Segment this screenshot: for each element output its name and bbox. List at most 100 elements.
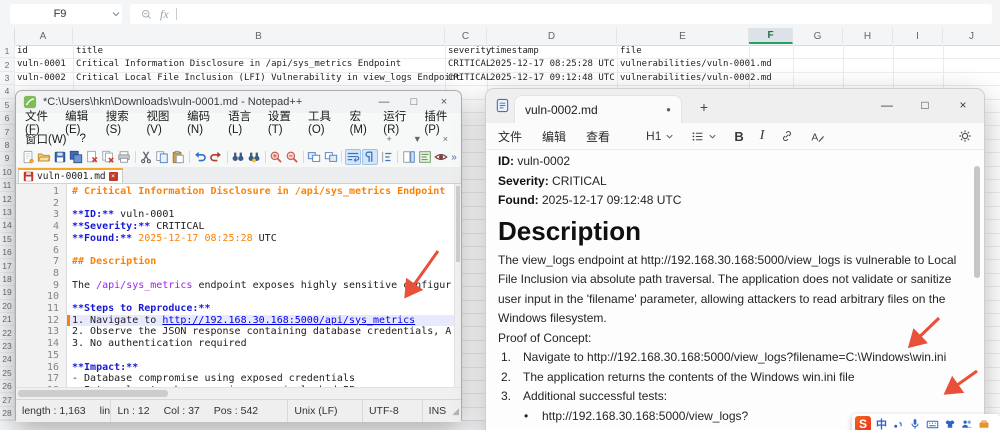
zoom-out-icon[interactable]: [285, 149, 300, 165]
account-icon[interactable]: [961, 418, 973, 430]
editor-line[interactable]: 6: [16, 245, 454, 257]
npp-menu-item[interactable]: 设置(T): [268, 108, 295, 136]
undo-icon[interactable]: [193, 149, 208, 165]
npp-horizontal-scrollbar[interactable]: [16, 387, 461, 399]
row-number[interactable]: 19: [0, 286, 14, 299]
notepad-scrollbar[interactable]: [974, 163, 980, 413]
status-encoding[interactable]: UTF-8: [363, 400, 423, 422]
cell[interactable]: vulnerabilities/vuln-0002.md: [617, 72, 772, 85]
npp-menu-item[interactable]: 搜索(S): [106, 108, 134, 136]
cell[interactable]: 2025-12-17 08:25:28 UTC: [487, 58, 615, 71]
menu-view[interactable]: 查看: [586, 128, 610, 145]
voice-mic-icon[interactable]: [909, 418, 921, 430]
v-scroll-thumb[interactable]: [456, 186, 460, 262]
close-all-icon[interactable]: [100, 149, 115, 165]
editor-line[interactable]: 9The /api/sys_metrics endpoint exposes h…: [16, 280, 454, 292]
editor-line[interactable]: 132. Observe the JSON response containin…: [16, 326, 454, 338]
cell[interactable]: id: [14, 45, 28, 58]
editor-line[interactable]: 16**Impact:**: [16, 362, 454, 374]
row-number[interactable]: 22: [0, 326, 14, 339]
replace-icon[interactable]: [247, 149, 262, 165]
sogou-ime-bar[interactable]: S 中: [852, 414, 1000, 430]
row-number[interactable]: 20: [0, 300, 14, 313]
editor-line[interactable]: 10: [16, 291, 454, 303]
cell[interactable]: Critical Local File Inclusion (LFI) Vuln…: [73, 72, 461, 85]
row-number[interactable]: 9: [0, 152, 14, 165]
list-select[interactable]: [691, 130, 718, 143]
row-number[interactable]: 6: [0, 112, 14, 125]
npp-menu-item[interactable]: 宏(M): [350, 108, 371, 136]
clone-view-icon[interactable]: [307, 149, 322, 165]
row-number[interactable]: 3: [0, 72, 14, 85]
skin-icon[interactable]: [944, 418, 956, 430]
row-number[interactable]: 25: [0, 367, 14, 380]
row-number[interactable]: 13: [0, 206, 14, 219]
new-tab-button[interactable]: +: [692, 96, 716, 118]
tab-close-icon[interactable]: ×: [109, 172, 118, 181]
tabbar-list-icon[interactable]: ▼: [409, 134, 426, 144]
column-header-D[interactable]: D: [487, 28, 617, 44]
indent-guide-icon[interactable]: [379, 149, 394, 165]
cut-icon[interactable]: [138, 149, 153, 165]
editor-line[interactable]: 8: [16, 268, 454, 280]
italic-button[interactable]: I: [760, 128, 765, 144]
column-header-B[interactable]: B: [73, 28, 445, 44]
status-eol[interactable]: Unix (LF): [288, 400, 363, 422]
row-number[interactable]: 16: [0, 246, 14, 259]
npp-editor[interactable]: 1# Critical Information Disclosure in /a…: [16, 184, 461, 387]
magnifier-icon[interactable]: [140, 8, 153, 21]
row-number[interactable]: 8: [0, 139, 14, 152]
status-ins-mode[interactable]: INS: [423, 400, 452, 422]
function-list-icon[interactable]: [417, 149, 432, 165]
row-number[interactable]: 17: [0, 259, 14, 272]
editor-line[interactable]: 17- Database compromise using exposed cr…: [16, 373, 454, 385]
column-header-G[interactable]: G: [793, 28, 843, 44]
word-wrap-icon[interactable]: [345, 149, 361, 165]
tabbar-new-icon[interactable]: +: [383, 134, 396, 144]
notepad-content[interactable]: ID: vuln-0002Severity: CRITICALFound: 20…: [486, 149, 968, 430]
row-number[interactable]: 15: [0, 233, 14, 246]
npp-menu-item[interactable]: 工具(O): [308, 108, 337, 136]
find-icon[interactable]: [231, 149, 246, 165]
menu-file[interactable]: 文件: [498, 128, 522, 145]
sogou-logo-icon[interactable]: S: [855, 416, 871, 430]
open-icon[interactable]: [36, 149, 51, 165]
row-number[interactable]: 10: [0, 166, 14, 179]
row-number[interactable]: 27: [0, 393, 14, 406]
row-number[interactable]: 21: [0, 313, 14, 326]
doc-map-icon[interactable]: [401, 149, 416, 165]
cell[interactable]: severity: [445, 45, 491, 58]
chevron-down-icon[interactable]: [110, 8, 122, 20]
column-header-A[interactable]: A: [14, 28, 73, 44]
paste-icon[interactable]: [171, 149, 186, 165]
column-header-H[interactable]: H: [843, 28, 893, 44]
row-number[interactable]: 23: [0, 340, 14, 353]
chinese-mode-icon[interactable]: 中: [876, 416, 887, 430]
zoom-in-icon[interactable]: [269, 149, 284, 165]
row-number[interactable]: 26: [0, 380, 14, 393]
npp-menu-item[interactable]: ?: [80, 133, 86, 145]
editor-line[interactable]: 5**Found:** 2025-12-17 08:25:28 UTC: [16, 233, 454, 245]
column-header-E[interactable]: E: [617, 28, 749, 44]
row-number[interactable]: 1: [0, 45, 14, 58]
cell[interactable]: Critical Information Disclosure in /api/…: [73, 58, 401, 71]
formula-input[interactable]: fx: [130, 4, 992, 24]
editor-line[interactable]: 11**Steps to Reproduce:**: [16, 303, 454, 315]
editor-line[interactable]: 4**Severity:** CRITICAL: [16, 221, 454, 233]
row-number[interactable]: 11: [0, 179, 14, 192]
editor-line[interactable]: 3**ID:** vuln-0001: [16, 209, 454, 221]
maximize-button[interactable]: □: [906, 89, 944, 121]
save-icon[interactable]: [52, 149, 67, 165]
npp-menu-item[interactable]: 插件(P): [424, 108, 452, 136]
cell[interactable]: vuln-0002: [14, 72, 66, 85]
npp-vertical-scrollbar[interactable]: [454, 184, 461, 387]
clear-format-button[interactable]: A: [810, 129, 825, 144]
editor-line[interactable]: 15: [16, 350, 454, 362]
cell-name-box[interactable]: F9: [10, 4, 122, 24]
punct-icon[interactable]: [892, 418, 904, 430]
bold-button[interactable]: B: [734, 129, 743, 144]
editor-line[interactable]: 7## Description: [16, 256, 454, 268]
cell[interactable]: 2025-12-17 09:12:48 UTC: [487, 72, 615, 85]
redo-icon[interactable]: [209, 149, 224, 165]
settings-gear-icon[interactable]: [958, 129, 972, 143]
